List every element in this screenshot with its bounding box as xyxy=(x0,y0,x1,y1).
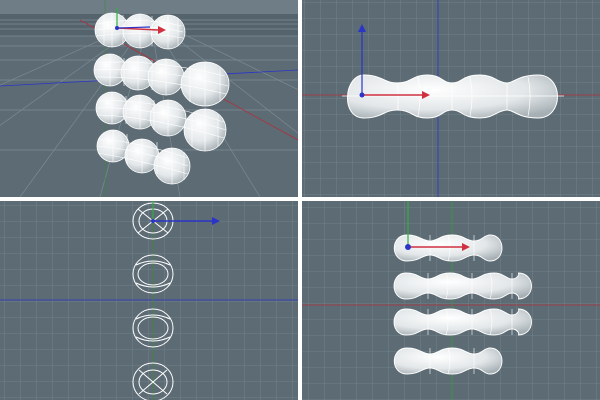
right-viewport[interactable] xyxy=(0,201,298,400)
front-canvas[interactable] xyxy=(302,201,600,400)
capsule-row-4[interactable] xyxy=(393,347,503,375)
sky-band xyxy=(0,0,298,14)
perspective-viewport[interactable] xyxy=(0,0,298,197)
front-viewport[interactable] xyxy=(302,201,600,400)
gizmo-center-handle[interactable] xyxy=(405,244,411,250)
perspective-canvas[interactable] xyxy=(0,0,298,197)
sphere-array[interactable] xyxy=(93,12,230,185)
gizmo-center-handle[interactable] xyxy=(151,219,155,223)
right-canvas[interactable] xyxy=(0,201,298,400)
gizmo-center-handle[interactable] xyxy=(359,92,365,98)
sphere-row-1[interactable] xyxy=(94,12,186,50)
sphere-row-4[interactable] xyxy=(96,129,191,185)
viewport-layout xyxy=(0,0,600,400)
gizmo-center-handle[interactable] xyxy=(115,26,119,30)
top-viewport[interactable] xyxy=(302,0,600,197)
top-canvas[interactable] xyxy=(302,0,600,197)
